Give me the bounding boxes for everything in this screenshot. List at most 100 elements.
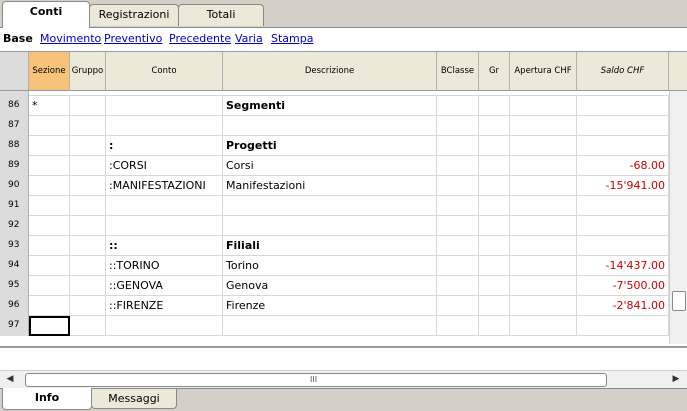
vertical-scrollbar[interactable] (669, 91, 687, 344)
cell-apertura[interactable] (510, 236, 577, 256)
cell-saldo[interactable]: -15'941.00 (577, 176, 669, 196)
column-header-conto[interactable]: Conto (106, 52, 223, 91)
tab-conti[interactable]: Conti (2, 1, 90, 28)
cell-gruppo[interactable] (70, 136, 106, 156)
column-header-apertura[interactable]: Apertura CHF (510, 52, 577, 91)
cell-saldo[interactable] (577, 136, 669, 156)
horizontal-scrollbar[interactable]: ◀ III ▶ (0, 370, 687, 388)
cell-conto[interactable] (106, 96, 223, 116)
cell-sezione[interactable] (29, 276, 70, 296)
horizontal-scroll-thumb[interactable]: III (25, 373, 607, 387)
table-row[interactable]: 91 (0, 196, 669, 216)
cell-gr[interactable] (479, 156, 510, 176)
cell-gruppo[interactable] (70, 96, 106, 116)
cell-saldo[interactable] (577, 236, 669, 256)
cell-descrizione[interactable] (223, 196, 437, 216)
cell-bclasse[interactable] (437, 276, 479, 296)
cell-bclasse[interactable] (437, 136, 479, 156)
cell-descrizione[interactable]: Genova (223, 276, 437, 296)
cell-saldo[interactable] (577, 116, 669, 136)
cell-gruppo[interactable] (70, 296, 106, 316)
cell-bclasse[interactable] (437, 256, 479, 276)
cell-gr[interactable] (479, 236, 510, 256)
cell-gr[interactable] (479, 216, 510, 236)
column-header-sezione[interactable]: Sezione (29, 52, 70, 91)
table-row[interactable]: 89:CORSI Corsi -68.00 (0, 156, 669, 176)
cell-gr[interactable] (479, 136, 510, 156)
table-row[interactable]: 96::FIRENZE Firenze -2'841.00 (0, 296, 669, 316)
cell-bclasse[interactable] (437, 236, 479, 256)
cell-gr[interactable] (479, 176, 510, 196)
cell-gruppo[interactable] (70, 256, 106, 276)
cell-descrizione[interactable]: Firenze (223, 296, 437, 316)
cell-saldo[interactable] (577, 216, 669, 236)
cell-sezione[interactable] (29, 196, 70, 216)
cell-apertura[interactable] (510, 316, 577, 336)
cell-apertura[interactable] (510, 216, 577, 236)
column-header-gruppo[interactable]: Gruppo (70, 52, 106, 91)
column-header-bclasse[interactable]: BClasse (437, 52, 479, 91)
cell-apertura[interactable] (510, 116, 577, 136)
cell-bclasse[interactable] (437, 296, 479, 316)
cell-bclasse[interactable] (437, 216, 479, 236)
cell-gr[interactable] (479, 96, 510, 116)
cell-gr[interactable] (479, 116, 510, 136)
table-row[interactable]: 95::GENOVA Genova -7'500.00 (0, 276, 669, 296)
cell-gruppo[interactable] (70, 316, 106, 336)
cell-conto[interactable]: : (106, 136, 223, 156)
cell-apertura[interactable] (510, 196, 577, 216)
cell-conto[interactable]: ::FIRENZE (106, 296, 223, 316)
cell-conto[interactable] (106, 116, 223, 136)
cell-descrizione[interactable]: Progetti (223, 136, 437, 156)
cell-gr[interactable] (479, 196, 510, 216)
table-row[interactable]: 87 (0, 116, 669, 136)
cell-gr[interactable] (479, 276, 510, 296)
table-row[interactable]: 86 * Segmenti (0, 96, 669, 116)
cell-gr[interactable] (479, 316, 510, 336)
cell-gruppo[interactable] (70, 216, 106, 236)
scroll-left-arrow-icon[interactable]: ◀ (2, 372, 18, 387)
cell-apertura[interactable] (510, 256, 577, 276)
cell-apertura[interactable] (510, 276, 577, 296)
cell-conto[interactable] (106, 196, 223, 216)
cell-gruppo[interactable] (70, 196, 106, 216)
cell-sezione[interactable] (29, 236, 70, 256)
cell-conto[interactable] (106, 216, 223, 236)
column-header-gr[interactable]: Gr (479, 52, 510, 91)
cell-conto[interactable]: :MANIFESTAZIONI (106, 176, 223, 196)
table-row[interactable]: 97 (0, 316, 669, 336)
cell-descrizione[interactable] (223, 116, 437, 136)
cell-sezione[interactable] (29, 176, 70, 196)
tab-registrazioni[interactable]: Registrazioni (89, 4, 179, 26)
cell-saldo[interactable]: -68.00 (577, 156, 669, 176)
view-stampa[interactable]: Stampa (271, 32, 313, 45)
cell-gruppo[interactable] (70, 276, 106, 296)
cell-sezione[interactable]: * (29, 96, 70, 116)
cell-gruppo[interactable] (70, 236, 106, 256)
cell-descrizione[interactable]: Corsi (223, 156, 437, 176)
cell-descrizione[interactable] (223, 316, 437, 336)
cell-sezione[interactable] (29, 116, 70, 136)
table-row[interactable]: 88: Progetti (0, 136, 669, 156)
cell-bclasse[interactable] (437, 316, 479, 336)
cell-sezione[interactable] (29, 316, 70, 336)
view-base[interactable]: Base (3, 32, 33, 45)
cell-gruppo[interactable] (70, 116, 106, 136)
cell-saldo[interactable]: -2'841.00 (577, 296, 669, 316)
cell-saldo[interactable] (577, 196, 669, 216)
cell-gruppo[interactable] (70, 176, 106, 196)
tab-messaggi[interactable]: Messaggi (91, 389, 177, 409)
cell-sezione[interactable] (29, 296, 70, 316)
cell-bclasse[interactable] (437, 116, 479, 136)
cell-conto[interactable]: :CORSI (106, 156, 223, 176)
view-precedente[interactable]: Precedente (169, 32, 231, 45)
cell-apertura[interactable] (510, 296, 577, 316)
cell-sezione[interactable] (29, 216, 70, 236)
view-varia[interactable]: Varia (235, 32, 263, 45)
view-movimento[interactable]: Movimento (40, 32, 101, 45)
cell-conto[interactable] (106, 316, 223, 336)
cell-conto[interactable]: :: (106, 236, 223, 256)
cell-sezione[interactable] (29, 136, 70, 156)
table-row[interactable]: 90:MANIFESTAZIONI Manifestazioni -15'941.0… (0, 176, 669, 196)
cell-gr[interactable] (479, 296, 510, 316)
